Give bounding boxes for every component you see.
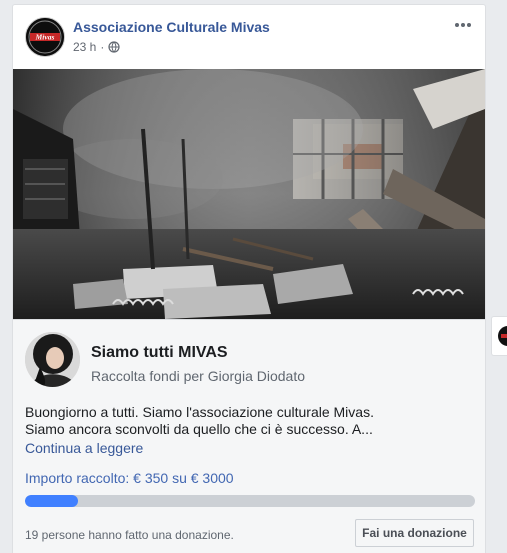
more-options-button[interactable]: [449, 15, 477, 35]
next-post-peek[interactable]: [491, 316, 507, 356]
donors-count-text: 19 persone hanno fatto una donazione.: [25, 528, 234, 542]
mivas-logo-icon: Mivas: [26, 18, 64, 56]
fundraiser-avatar[interactable]: [25, 332, 80, 387]
meta-separator: ·: [100, 40, 105, 54]
logo-text: Mivas: [35, 33, 55, 42]
burnt-interior-photo: [13, 69, 485, 319]
page-avatar[interactable]: Mivas: [25, 17, 65, 57]
fundraiser-subtitle: Raccolta fondi per Giorgia Diodato: [91, 368, 306, 384]
person-photo-icon: [25, 332, 80, 387]
post-card: Mivas Associazione Culturale Mivas 23 h …: [12, 4, 486, 553]
fundraiser-title[interactable]: Siamo tutti MIVAS: [91, 344, 228, 362]
description-line: Buongiorno a tutti. Siamo l'associazione…: [25, 404, 374, 420]
description-line: Siamo ancora sconvolti da quello che ci …: [25, 421, 373, 437]
post-meta: 23 h ·: [73, 40, 120, 54]
globe-icon[interactable]: [108, 41, 120, 53]
fundraiser-card[interactable]: Siamo tutti MIVAS Raccolta fondi per Gio…: [13, 319, 485, 553]
amount-raised-text: Importo raccolto: € 350 su € 3000: [25, 470, 234, 486]
page-name-link[interactable]: Associazione Culturale Mivas: [73, 19, 270, 35]
post-header: Mivas Associazione Culturale Mivas 23 h …: [13, 5, 485, 69]
facebook-feed: Mivas Associazione Culturale Mivas 23 h …: [0, 0, 507, 553]
fundraiser-progress-bar: [25, 495, 475, 507]
post-photo[interactable]: [13, 69, 485, 319]
continue-reading-link[interactable]: Continua a leggere: [25, 440, 143, 456]
more-horizontal-icon: [455, 23, 471, 27]
fundraiser-description: Buongiorno a tutti. Siamo l'associazione…: [25, 404, 475, 438]
donate-button[interactable]: Fai una donazione: [355, 519, 474, 547]
post-time[interactable]: 23 h: [73, 40, 96, 54]
progress-fill: [25, 495, 78, 507]
next-post-avatar: [498, 326, 507, 346]
